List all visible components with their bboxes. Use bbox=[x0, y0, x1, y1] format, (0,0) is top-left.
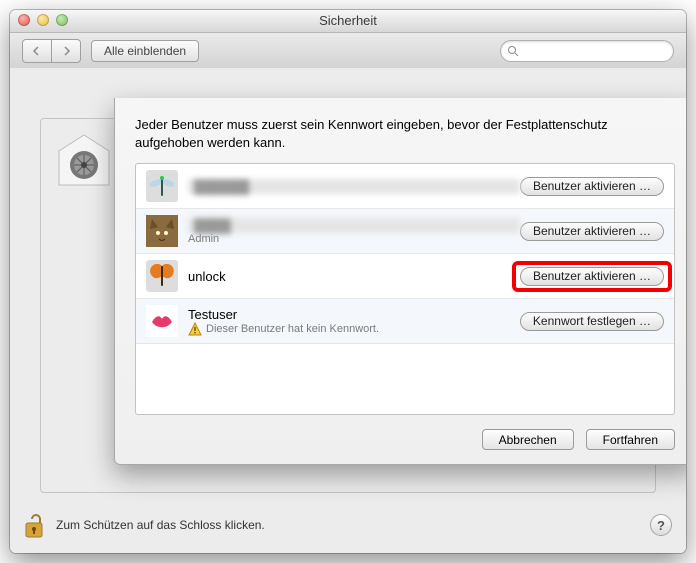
user-avatar bbox=[146, 305, 178, 337]
enable-users-sheet: Jeder Benutzer muss zuerst sein Kennwort… bbox=[114, 98, 686, 465]
sheet-message: Jeder Benutzer muss zuerst sein Kennwort… bbox=[135, 116, 675, 151]
user-name-blurred: ██████ bbox=[188, 179, 520, 194]
help-button[interactable]: ? bbox=[650, 514, 672, 536]
dragonfly-icon bbox=[146, 170, 178, 202]
nav-segment bbox=[22, 39, 81, 63]
user-warning: Dieser Benutzer hat kein Kennwort. bbox=[188, 322, 520, 336]
close-window-button[interactable] bbox=[18, 14, 30, 26]
forward-button[interactable] bbox=[52, 39, 81, 63]
titlebar: Sicherheit bbox=[10, 10, 686, 33]
back-button[interactable] bbox=[22, 39, 52, 63]
window-title: Sicherheit bbox=[319, 13, 377, 28]
chevron-right-icon bbox=[61, 46, 71, 56]
highlight-marker: Benutzer aktivieren … bbox=[520, 267, 664, 286]
user-name: Testuser bbox=[188, 307, 520, 322]
user-row: Testuser Dieser Benutzer hat kein Kennwo… bbox=[136, 299, 674, 344]
show-all-button[interactable]: Alle einblenden bbox=[91, 40, 199, 62]
user-avatar bbox=[146, 260, 178, 292]
chevron-left-icon bbox=[32, 46, 42, 56]
set-password-button[interactable]: Kennwort festlegen … bbox=[520, 312, 664, 331]
minimize-window-button[interactable] bbox=[37, 14, 49, 26]
lips-icon bbox=[146, 305, 178, 337]
sheet-buttons: Abbrechen Fortfahren bbox=[135, 429, 675, 450]
lock-hint-text: Zum Schützen auf das Schloss klicken. bbox=[56, 518, 265, 532]
search-input[interactable] bbox=[523, 43, 682, 59]
enable-user-button[interactable]: Benutzer aktivieren … bbox=[520, 267, 664, 286]
user-row: ████ Admin Benutzer aktivieren … bbox=[136, 209, 674, 254]
content-area: en … Jeder Benutzer muss zuerst sein Ken… bbox=[10, 68, 686, 553]
user-role: Admin bbox=[188, 233, 520, 245]
window-controls bbox=[18, 14, 68, 26]
footer: Zum Schützen auf das Schloss klicken. ? bbox=[24, 511, 672, 539]
butterfly-icon bbox=[146, 260, 178, 292]
user-name-cell: unlock bbox=[188, 269, 520, 284]
toolbar: Alle einblenden bbox=[10, 33, 686, 70]
cat-icon bbox=[146, 215, 178, 247]
user-avatar bbox=[146, 215, 178, 247]
user-avatar bbox=[146, 170, 178, 202]
filevault-icon bbox=[55, 131, 113, 189]
search-icon bbox=[507, 45, 519, 57]
user-name-blurred: ████ bbox=[188, 218, 520, 233]
cancel-button[interactable]: Abbrechen bbox=[482, 429, 574, 450]
zoom-window-button[interactable] bbox=[56, 14, 68, 26]
continue-button[interactable]: Fortfahren bbox=[586, 429, 675, 450]
user-name: unlock bbox=[188, 269, 520, 284]
lock-open-icon[interactable] bbox=[24, 511, 48, 539]
search-field[interactable] bbox=[500, 40, 674, 62]
enable-user-button[interactable]: Benutzer aktivieren … bbox=[520, 177, 664, 196]
user-name-cell: ██████ bbox=[188, 179, 520, 194]
user-name-cell: Testuser Dieser Benutzer hat kein Kennwo… bbox=[188, 307, 520, 336]
user-row: ██████ Benutzer aktivieren … bbox=[136, 164, 674, 209]
enable-user-button[interactable]: Benutzer aktivieren … bbox=[520, 222, 664, 241]
user-row: unlock Benutzer aktivieren … bbox=[136, 254, 674, 299]
user-list: ██████ Benutzer aktivieren … ████ Admin … bbox=[135, 163, 675, 415]
preferences-window: Sicherheit Alle einblenden en … bbox=[10, 10, 686, 553]
user-name-cell: ████ Admin bbox=[188, 218, 520, 245]
warning-icon bbox=[188, 322, 202, 336]
